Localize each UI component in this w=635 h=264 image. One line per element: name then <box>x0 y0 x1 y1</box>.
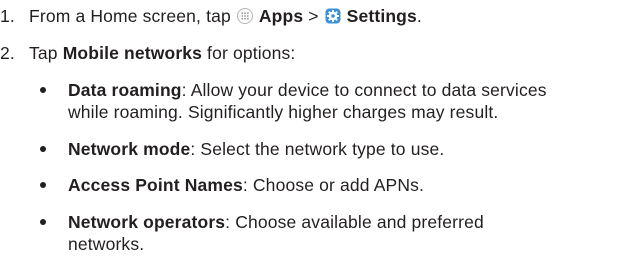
bullet-dot <box>40 87 46 93</box>
option-text: Network mode: Select the network type to… <box>68 138 635 160</box>
option-continuation: while roaming. Significantly higher char… <box>68 102 499 122</box>
apps-label: Apps <box>258 6 304 26</box>
step-1-text: From a Home screen, tap Apps > Settings. <box>29 5 422 27</box>
step-1-number: 1. <box>0 6 15 26</box>
option-continuation: networks. <box>68 234 145 254</box>
option-description: : Choose available and preferred <box>225 212 484 232</box>
step-2-prefix: Tap <box>29 43 63 63</box>
step-2-number: 2. <box>0 43 15 63</box>
step-1-suffix: . <box>416 6 422 26</box>
settings-gear-icon <box>325 7 341 24</box>
apps-grid-icon <box>236 7 253 24</box>
bullet-dot <box>40 219 46 225</box>
mobile-networks-label: Mobile networks <box>62 43 203 63</box>
option-description: : Select the network type to use. <box>190 139 445 159</box>
option-text: Access Point Names: Choose or add APNs. <box>68 174 635 196</box>
bullet-dot <box>40 182 46 188</box>
option-text: Network operators: Choose available and … <box>68 211 635 255</box>
option-term: Network operators <box>68 212 226 232</box>
step-2-text: Tap Mobile networks for options: <box>29 42 295 64</box>
option-description: : Choose or add APNs. <box>242 175 425 195</box>
step-1-separator: > <box>303 6 324 26</box>
option-text: Data roaming: Allow your device to conne… <box>68 79 635 123</box>
settings-label: Settings <box>346 6 417 26</box>
step-1-prefix: From a Home screen, tap <box>29 6 236 26</box>
option-term: Access Point Names <box>68 175 243 195</box>
option-term: Data roaming <box>68 80 182 100</box>
option-term: Network mode <box>68 139 191 159</box>
option-description: : Allow your device to connect to data s… <box>181 80 547 100</box>
bullet-dot <box>40 146 46 152</box>
step-2-suffix: for options: <box>202 43 296 63</box>
